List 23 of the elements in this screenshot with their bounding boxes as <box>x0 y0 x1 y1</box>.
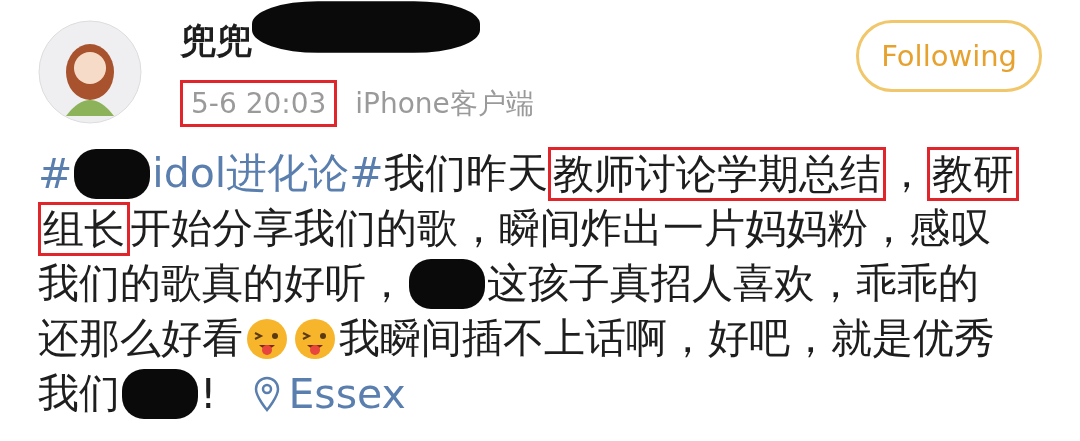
emoji-icon <box>245 316 289 361</box>
location-link[interactable]: Essex <box>288 369 406 418</box>
post-text: 还那么好看 <box>38 313 243 364</box>
highlighted-text: 组长 <box>38 201 130 256</box>
post-source: iPhone客户端 <box>355 85 534 122</box>
post-text: ， <box>885 148 927 199</box>
following-button[interactable]: Following <box>856 20 1042 92</box>
post-time: 5-6 20:03 <box>180 80 338 127</box>
avatar[interactable] <box>38 20 142 124</box>
highlighted-text: 教师讨论学期总结 <box>547 146 886 201</box>
hashtag-link[interactable]: # <box>38 149 73 198</box>
post-text: ! <box>200 369 217 418</box>
post-text: 我们的歌真的好听， <box>38 258 407 309</box>
post-text: 这孩子真招人喜欢，乖乖的 <box>487 258 979 309</box>
emoji-icon <box>293 316 337 361</box>
location-pin-icon <box>254 375 281 412</box>
highlighted-text: 教研 <box>926 146 1019 201</box>
hashtag-link[interactable]: idol进化论# <box>152 146 384 201</box>
post-text: 我们 <box>38 368 120 419</box>
user-name[interactable]: 兜兜 <box>180 17 252 66</box>
post-text: 我们昨天 <box>383 148 548 199</box>
post-text: 我瞬间插不上话啊，好吧，就是优秀 <box>339 313 995 364</box>
post-text: 开始分享我们的歌，瞬间炸出一片妈妈粉，感叹 <box>130 203 991 254</box>
